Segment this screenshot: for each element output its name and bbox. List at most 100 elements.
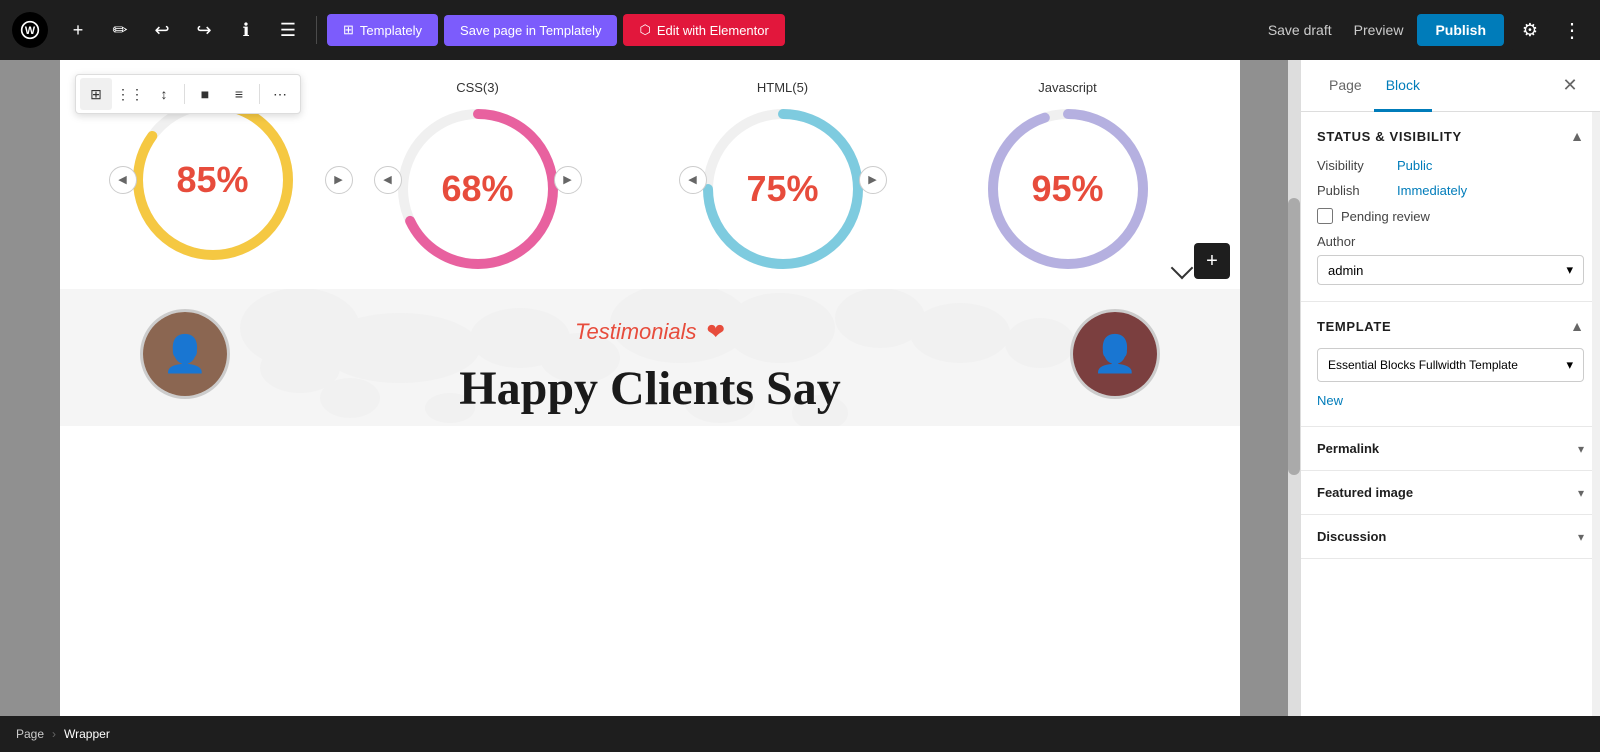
publish-row: Publish Immediately: [1317, 183, 1584, 198]
featured-image-section[interactable]: Featured image ▾: [1301, 471, 1600, 515]
preview-button[interactable]: Preview: [1346, 14, 1412, 46]
circle-container-4: 95%: [978, 99, 1158, 279]
circle-arrow-right-3[interactable]: ▶: [859, 166, 887, 194]
tools-button[interactable]: ✏: [102, 12, 138, 48]
pending-review-label: Pending review: [1341, 209, 1430, 224]
circle-container-3: 75%: [693, 99, 873, 279]
featured-image-chevron: ▾: [1578, 486, 1584, 500]
circle-arrow-left-2[interactable]: ◀: [374, 166, 402, 194]
breadcrumb-separator: ›: [52, 727, 56, 741]
circle-arrow-left-3[interactable]: ◀: [679, 166, 707, 194]
template-title: Template: [1317, 319, 1391, 334]
elementor-button[interactable]: ⬡ Edit with Elementor: [623, 14, 784, 46]
circle-label-2: CSS(3): [456, 80, 499, 95]
save-draft-button[interactable]: Save draft: [1260, 14, 1340, 46]
circle-item-4: Javascript 95%: [978, 80, 1158, 279]
visibility-row: Visibility Public: [1317, 158, 1584, 173]
add-block-button[interactable]: +: [60, 12, 96, 48]
circle-percent-4: 95%: [1031, 168, 1103, 210]
testimonials-subtitle: Happy Clients Say: [60, 361, 1240, 416]
block-tool-more[interactable]: ⋯: [264, 78, 296, 110]
author-chevron: ▾: [1566, 262, 1573, 278]
template-section: Template ▲ Essential Blocks Fullwidth Te…: [1301, 302, 1600, 427]
circle-arrow-right-1[interactable]: ▶: [325, 166, 353, 194]
circle-item-1: 85% ◀ ▶: [123, 90, 303, 270]
add-block-canvas-button[interactable]: +: [1194, 243, 1230, 279]
featured-image-title: Featured image: [1317, 485, 1413, 500]
top-toolbar: W + ✏ ↩ ↪ ℹ ☰ ⊞ Templately Save page in …: [0, 0, 1600, 60]
pending-review-checkbox[interactable]: [1317, 208, 1333, 224]
panel-close-button[interactable]: ✕: [1556, 72, 1584, 100]
elementor-label: Edit with Elementor: [657, 23, 769, 38]
block-tool-divider-2: [259, 84, 260, 104]
save-templately-button[interactable]: Save page in Templately: [444, 15, 617, 46]
circle-arrow-left-1[interactable]: ◀: [109, 166, 137, 194]
template-new-link[interactable]: New: [1317, 393, 1343, 408]
status-visibility-header: Status & visibility ▲: [1317, 128, 1584, 144]
circle-percent-2: 68%: [441, 168, 513, 210]
author-block: Author admin ▾: [1317, 234, 1584, 285]
pending-review-row: Pending review: [1317, 208, 1584, 224]
discussion-title: Discussion: [1317, 529, 1386, 544]
panel-scrollbar[interactable]: [1592, 112, 1600, 752]
status-visibility-toggle[interactable]: ▲: [1570, 128, 1584, 144]
settings-button[interactable]: ⚙: [1510, 10, 1550, 50]
panel-header: Page Block ✕: [1301, 60, 1600, 112]
tab-page[interactable]: Page: [1317, 61, 1374, 112]
circle-percent-3: 75%: [746, 168, 818, 210]
testimonials-section: 👤 👤 Testimonials ❤ Happy Clients Say: [60, 289, 1240, 426]
block-tool-move[interactable]: ↕: [148, 78, 180, 110]
main-area: ⊞ ⋮⋮ ↕ ■ ≡ ⋯ 85%: [0, 60, 1600, 752]
redo-button[interactable]: ↪: [186, 12, 222, 48]
template-header: Template ▲: [1317, 318, 1584, 334]
template-toggle[interactable]: ▲: [1570, 318, 1584, 334]
block-toolbar: ⊞ ⋮⋮ ↕ ■ ≡ ⋯: [75, 74, 301, 114]
templately-button[interactable]: ⊞ Templately: [327, 14, 438, 46]
visibility-value[interactable]: Public: [1397, 158, 1432, 173]
breadcrumb-page[interactable]: Page: [16, 727, 44, 741]
publish-label: Publish: [1317, 183, 1397, 198]
publish-value[interactable]: Immediately: [1397, 183, 1467, 198]
list-view-button[interactable]: ☰: [270, 12, 306, 48]
publish-button[interactable]: Publish: [1417, 14, 1504, 46]
discussion-chevron: ▾: [1578, 530, 1584, 544]
breadcrumb-wrapper[interactable]: Wrapper: [64, 727, 110, 741]
author-label: Author: [1317, 234, 1584, 249]
circle-item-3: HTML(5) 75% ◀ ▶: [693, 80, 873, 279]
circle-arrow-right-2[interactable]: ▶: [554, 166, 582, 194]
canvas-area: ⊞ ⋮⋮ ↕ ■ ≡ ⋯ 85%: [0, 60, 1300, 752]
permalink-section[interactable]: Permalink ▾: [1301, 427, 1600, 471]
circle-percent-1: 85%: [176, 159, 248, 201]
panel-body: Status & visibility ▲ Visibility Public …: [1301, 112, 1600, 752]
center-scrollbar[interactable]: [1288, 60, 1300, 752]
canvas-content: 85% ◀ ▶ CSS(3) 68% ◀: [60, 60, 1240, 752]
circle-label-3: HTML(5): [757, 80, 808, 95]
info-button[interactable]: ℹ: [228, 12, 264, 48]
author-select[interactable]: admin ▾: [1317, 255, 1584, 285]
permalink-title: Permalink: [1317, 441, 1379, 456]
templately-label: Templately: [360, 23, 422, 38]
status-visibility-section: Status & visibility ▲ Visibility Public …: [1301, 112, 1600, 302]
circle-container-1: 85%: [123, 90, 303, 270]
block-tool-align[interactable]: ≡: [223, 78, 255, 110]
more-options-button[interactable]: ⋮: [1556, 10, 1588, 50]
template-value: Essential Blocks Fullwidth Template: [1328, 358, 1518, 372]
block-tool-divider: [184, 84, 185, 104]
templately-icon: ⊞: [343, 22, 354, 38]
template-select[interactable]: Essential Blocks Fullwidth Template ▾: [1317, 348, 1584, 382]
circle-label-4: Javascript: [1038, 80, 1097, 95]
block-tool-icon1[interactable]: ⊞: [80, 78, 112, 110]
status-visibility-title: Status & visibility: [1317, 129, 1462, 144]
author-value: admin: [1328, 263, 1363, 278]
visibility-label: Visibility: [1317, 158, 1397, 173]
undo-button[interactable]: ↩: [144, 12, 180, 48]
scrollbar-thumb[interactable]: [1288, 198, 1300, 475]
wp-logo[interactable]: W: [12, 12, 48, 48]
heart-icon: ❤: [707, 319, 725, 345]
block-tool-color[interactable]: ■: [189, 78, 221, 110]
svg-text:W: W: [25, 25, 36, 37]
discussion-section[interactable]: Discussion ▾: [1301, 515, 1600, 559]
tab-block[interactable]: Block: [1374, 61, 1432, 112]
block-tool-drag[interactable]: ⋮⋮: [114, 78, 146, 110]
elementor-icon: ⬡: [639, 22, 650, 38]
